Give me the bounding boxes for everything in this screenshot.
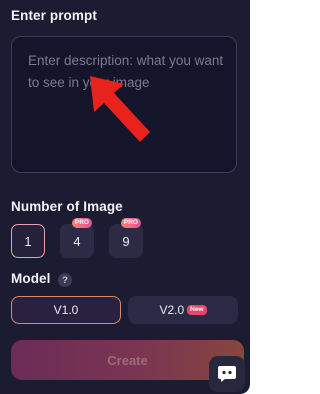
image-count-option-9[interactable]: PRO 9 (109, 218, 143, 258)
create-button-label: Create (107, 352, 148, 368)
red-arrow-icon (90, 76, 150, 142)
chat-button[interactable] (209, 356, 245, 392)
number-of-image-title: Number of Image (11, 199, 123, 214)
image-count-label: 1 (24, 233, 32, 249)
model-label: V2.0 (159, 303, 185, 317)
image-count-label: 4 (73, 233, 81, 249)
image-count-label: 9 (122, 233, 130, 249)
model-option-v2[interactable]: V2.0 New (128, 296, 238, 324)
pro-badge: PRO (71, 218, 92, 228)
generation-panel: Enter prompt Enter description: what you… (0, 0, 250, 394)
new-badge: New (187, 305, 207, 315)
image-count-option-1[interactable]: 1 (11, 224, 45, 258)
model-option-v1[interactable]: V1.0 (11, 296, 121, 324)
model-label: V1.0 (53, 303, 79, 317)
model-section-title: Model (11, 271, 51, 286)
chat-bubble-icon (218, 366, 236, 382)
image-count-option-4[interactable]: PRO 4 (60, 218, 94, 258)
prompt-section-title: Enter prompt (11, 8, 97, 23)
pro-badge: PRO (120, 218, 141, 228)
help-icon[interactable]: ? (58, 273, 72, 287)
